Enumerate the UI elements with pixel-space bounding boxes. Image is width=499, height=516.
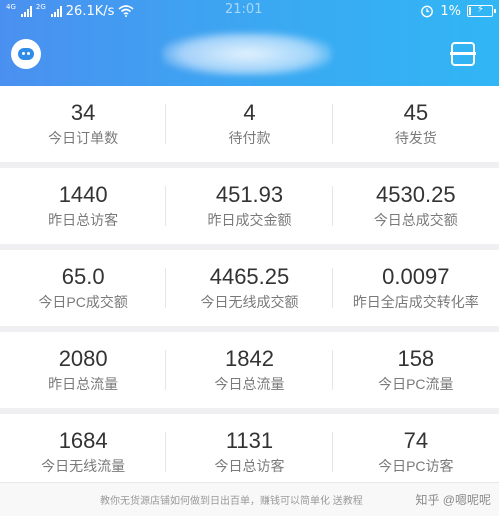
stat-cell[interactable]: 0.0097 昨日全店成交转化率 (332, 250, 499, 326)
stat-label: 待付款 (228, 130, 271, 146)
stat-label: 待发货 (394, 130, 437, 146)
wifi-icon (118, 5, 134, 17)
stat-value: 451.93 (215, 182, 284, 207)
stat-cell[interactable]: 1842 今日总流量 (166, 332, 333, 408)
store-logo-icon (18, 48, 34, 60)
footer-tip: 教你无货源店铺如何做到日出百单，赚钱可以简单化 送教程 (100, 496, 363, 507)
network-speed: 26.1K/s (65, 3, 115, 19)
network-tag-1: 4G (6, 2, 16, 11)
stat-value: 2080 (58, 346, 108, 371)
stat-label: 今日PC成交额 (38, 294, 128, 310)
stat-label: 今日总访客 (214, 458, 285, 474)
status-time: 21:01 (225, 2, 263, 17)
stat-value: 1440 (58, 182, 108, 207)
stat-value: 65.0 (61, 264, 105, 289)
status-left: 4G 2G 26.1K/s (6, 2, 134, 19)
signal-icon (20, 5, 32, 17)
stat-value: 158 (397, 346, 435, 371)
stat-value: 4465.25 (209, 264, 290, 289)
stat-label: 今日无线成交额 (200, 294, 299, 310)
stat-label: 今日订单数 (48, 130, 119, 146)
switch-store-icon[interactable] (450, 42, 476, 66)
status-bar: 4G 2G 26.1K/s 21:01 1% ⚡ (0, 0, 499, 22)
stat-label: 昨日总访客 (48, 212, 119, 228)
network-tag-2: 2G (35, 2, 46, 11)
stat-cell[interactable]: 451.93 昨日成交金额 (166, 168, 333, 244)
stat-cell[interactable]: 65.0 今日PC成交额 (0, 250, 167, 326)
signal-icon-2 (50, 5, 62, 17)
stat-cell[interactable]: 74 今日PC访客 (332, 414, 499, 490)
stats-grid: 34 今日订单数 4 待付款 45 待发货 1440 昨日总访客 451.93 昨日成交金额 453… (0, 86, 499, 490)
stat-cell[interactable]: 1684 今日无线流量 (0, 414, 167, 490)
stat-label: 昨日成交金额 (207, 212, 292, 228)
stat-cell[interactable]: 45 待发货 (332, 86, 499, 162)
alarm-icon (421, 5, 434, 18)
stat-value: 0.0097 (382, 264, 450, 289)
battery-percent: 1% (440, 3, 461, 19)
stat-label: 今日PC流量 (378, 376, 454, 392)
stat-label: 今日总成交额 (373, 212, 458, 228)
stat-value: 1131 (225, 428, 274, 453)
stat-value: 74 (403, 428, 429, 453)
stat-cell[interactable]: 1440 昨日总访客 (0, 168, 167, 244)
watermark: 知乎 @嗯呢呢 (415, 493, 491, 507)
stat-value: 4 (243, 100, 256, 125)
stat-label: 昨日全店成交转化率 (352, 294, 479, 310)
avatar[interactable] (11, 39, 41, 69)
stat-value: 34 (70, 100, 96, 125)
store-title-blurred (162, 32, 332, 76)
stat-cell[interactable]: 4 待付款 (166, 86, 333, 162)
app-header: 4G 2G 26.1K/s 21:01 1% ⚡ (0, 0, 499, 86)
stat-label: 今日PC访客 (378, 458, 454, 474)
stat-cell[interactable]: 34 今日订单数 (0, 86, 167, 162)
stat-cell[interactable]: 158 今日PC流量 (332, 332, 499, 408)
stat-value: 1684 (58, 428, 108, 453)
battery-icon: ⚡ (467, 4, 496, 17)
status-right: 1% ⚡ (420, 3, 496, 19)
stat-cell[interactable]: 2080 昨日总流量 (0, 332, 167, 408)
stat-value: 1842 (225, 346, 274, 371)
stat-value: 45 (403, 100, 429, 125)
stat-cell[interactable]: 1131 今日总访客 (166, 414, 333, 490)
footer-bar: 教你无货源店铺如何做到日出百单，赚钱可以简单化 送教程 知乎 @嗯呢呢 (0, 482, 499, 516)
stat-label: 今日总流量 (214, 376, 285, 392)
stat-value: 4530.25 (376, 182, 456, 207)
stat-cell[interactable]: 4465.25 今日无线成交额 (166, 250, 333, 326)
stat-label: 今日无线流量 (41, 458, 126, 474)
nav-bar (0, 22, 499, 86)
stat-label: 昨日总流量 (48, 376, 119, 392)
stat-cell[interactable]: 4530.25 今日总成交额 (332, 168, 499, 244)
